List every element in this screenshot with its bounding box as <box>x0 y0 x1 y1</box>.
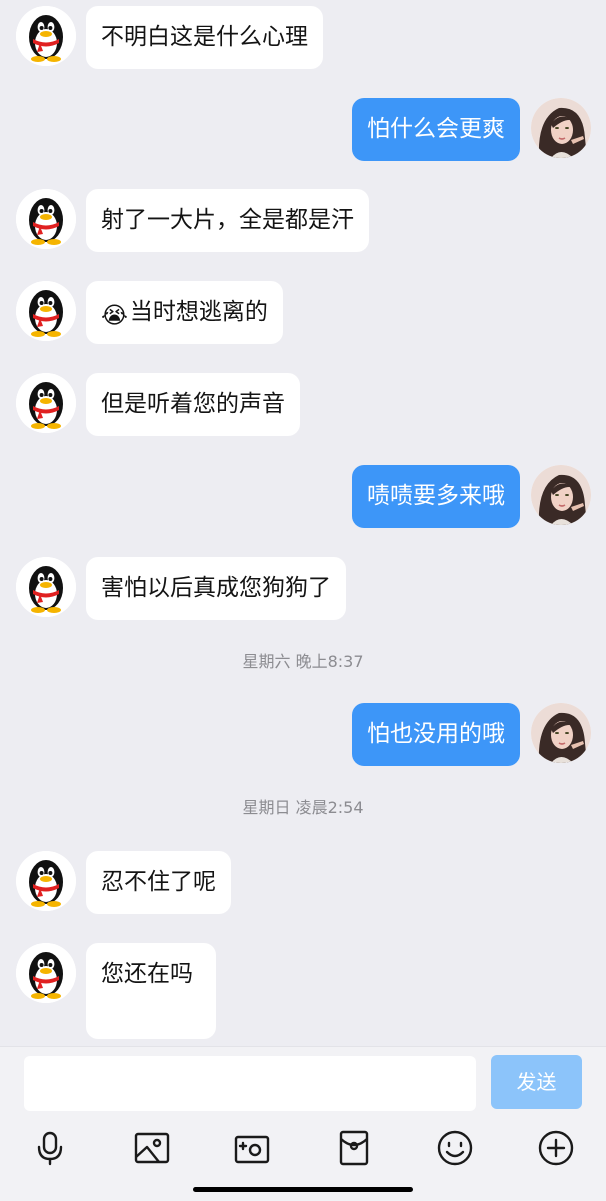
message-bubble[interactable]: 😭当时想逃离的 <box>86 281 283 344</box>
message-bubble[interactable]: 但是听着您的声音 <box>86 373 300 436</box>
message-bubble[interactable]: 怕什么会更爽 <box>352 98 520 161</box>
qq-penguin-avatar[interactable] <box>16 189 76 249</box>
photo-icon[interactable] <box>133 1129 171 1167</box>
plus-icon[interactable] <box>537 1129 575 1167</box>
message-bubble[interactable]: 不明白这是什么心理 <box>86 6 323 69</box>
composer-bar: 发送 <box>0 1046 606 1201</box>
message-bubble[interactable]: 忍不住了呢 <box>86 851 231 914</box>
timestamp: 星期日 凌晨2:54 <box>242 798 364 817</box>
user-avatar[interactable] <box>531 98 591 158</box>
qq-penguin-avatar[interactable] <box>16 557 76 617</box>
qq-penguin-avatar[interactable] <box>16 6 76 66</box>
qq-penguin-avatar[interactable] <box>16 943 76 1003</box>
message-bubble[interactable]: 您还在吗 <box>86 943 216 1039</box>
emoji-icon[interactable] <box>436 1129 474 1167</box>
crying-emoji-icon: 😭 <box>101 303 128 329</box>
send-button[interactable]: 发送 <box>491 1055 582 1109</box>
camera-icon[interactable] <box>233 1129 271 1167</box>
red-packet-icon[interactable] <box>335 1129 373 1167</box>
message-bubble[interactable]: 害怕以后真成您狗狗了 <box>86 557 346 620</box>
home-indicator[interactable] <box>193 1187 413 1192</box>
user-avatar[interactable] <box>531 703 591 763</box>
message-bubble[interactable]: 射了一大片，全是都是汗 <box>86 189 369 252</box>
timestamp: 星期六 晚上8:37 <box>242 652 364 671</box>
qq-penguin-avatar[interactable] <box>16 281 76 341</box>
microphone-icon[interactable] <box>31 1129 69 1167</box>
chat-area[interactable]: 不明白这是什么心理 怕什么会更爽 射了一大片，全是都是汗 😭当时想逃离的 但是听… <box>0 0 606 1046</box>
message-bubble[interactable]: 怕也没用的哦 <box>352 703 520 766</box>
message-text: 当时想逃离的 <box>129 299 268 325</box>
message-input[interactable] <box>24 1056 476 1111</box>
user-avatar[interactable] <box>531 465 591 525</box>
qq-penguin-avatar[interactable] <box>16 851 76 911</box>
qq-penguin-avatar[interactable] <box>16 373 76 433</box>
message-bubble[interactable]: 啧啧要多来哦 <box>352 465 520 528</box>
